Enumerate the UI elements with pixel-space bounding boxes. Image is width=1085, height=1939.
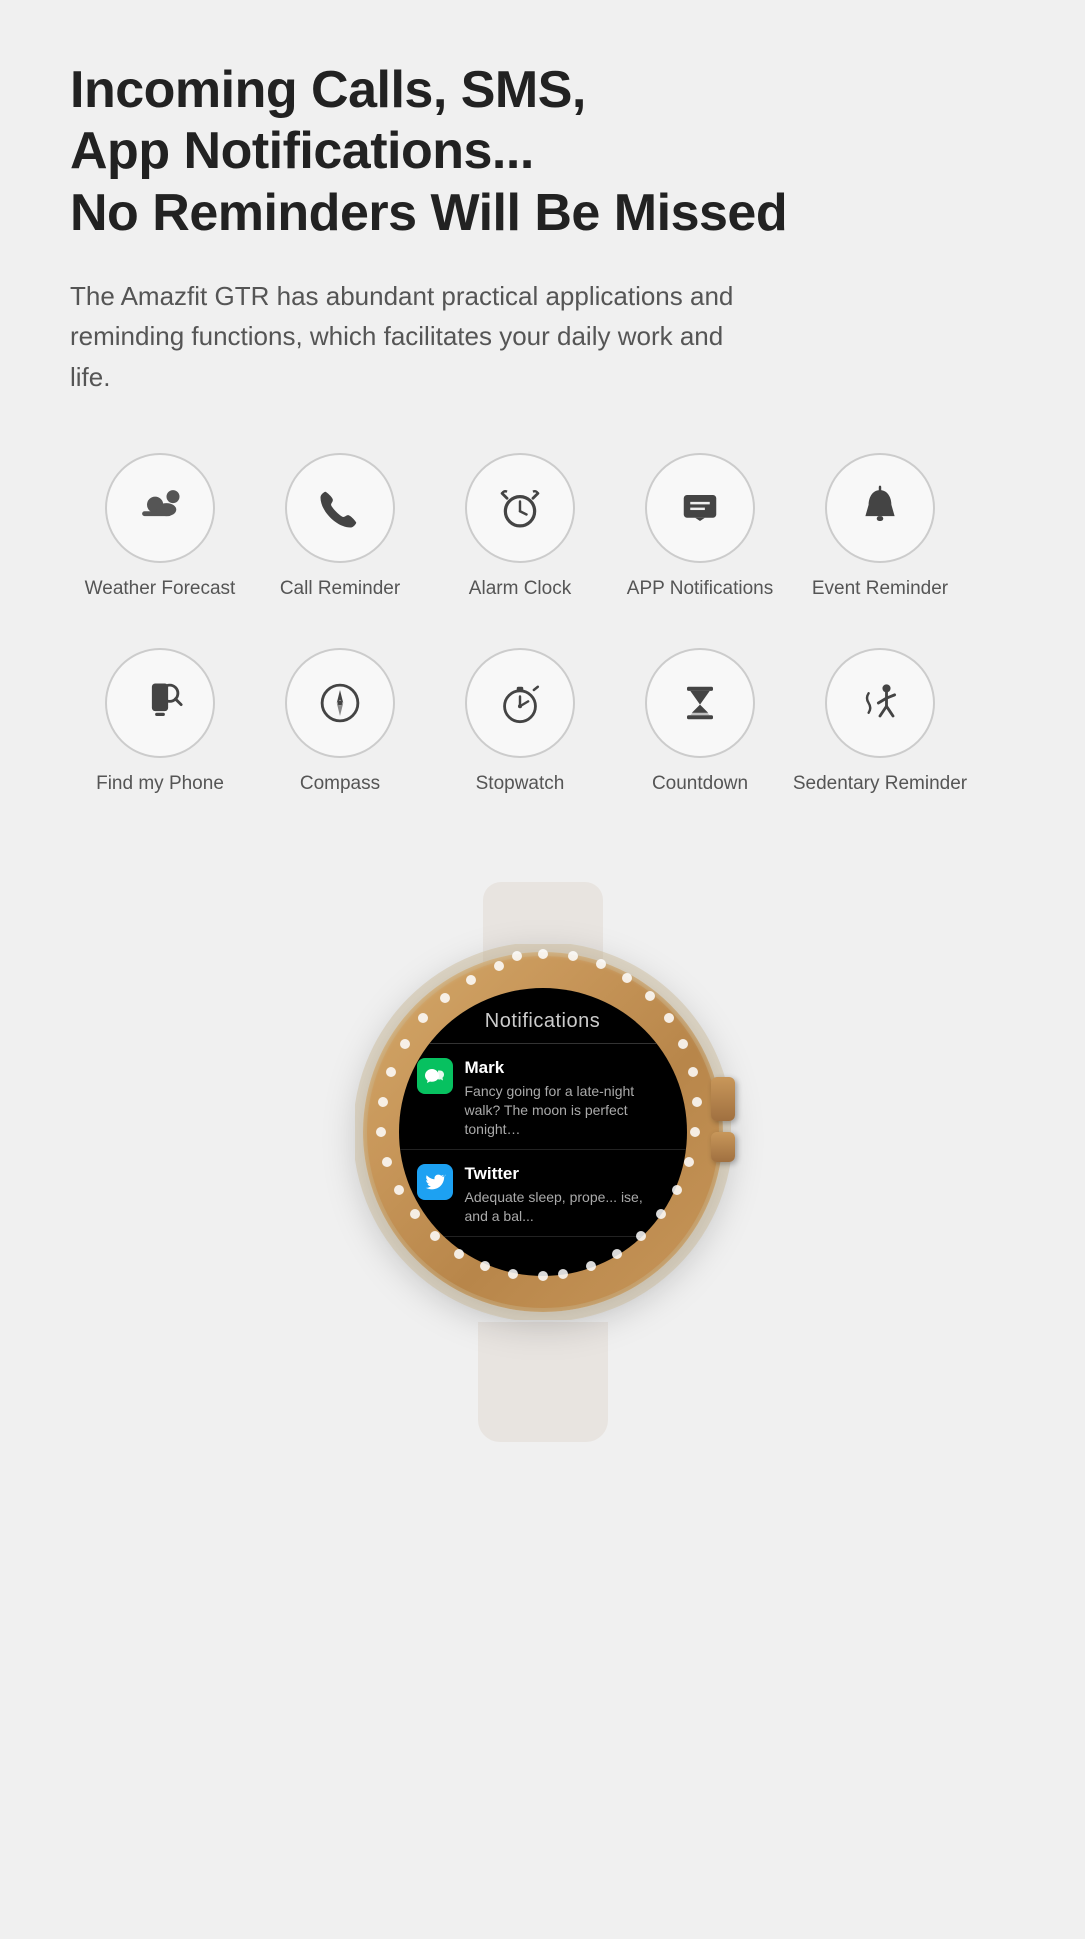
alarm-clock-label: Alarm Clock bbox=[469, 577, 571, 602]
watch-crown-lower bbox=[711, 1132, 735, 1162]
hourglass-icon bbox=[674, 677, 726, 729]
feature-app-notifications: APP Notifications bbox=[610, 453, 790, 602]
headline-line1: Incoming Calls, SMS, bbox=[70, 61, 586, 119]
page: Incoming Calls, SMS, App Notifications..… bbox=[0, 0, 1085, 1522]
notification-icon bbox=[674, 482, 726, 534]
feature-compass: Compass bbox=[250, 648, 430, 797]
event-reminder-label: Event Reminder bbox=[812, 577, 948, 602]
sedentary-reminder-label: Sedentary Reminder bbox=[793, 772, 967, 797]
compass-icon-circle bbox=[285, 648, 395, 758]
feature-weather-forecast: Weather Forecast bbox=[70, 453, 250, 602]
event-reminder-icon-circle bbox=[825, 453, 935, 563]
bezel-diamonds bbox=[355, 944, 731, 1320]
compass-icon bbox=[314, 677, 366, 729]
compass-label: Compass bbox=[300, 772, 380, 797]
countdown-label: Countdown bbox=[652, 772, 748, 797]
cloud-sun-icon bbox=[134, 482, 186, 534]
watch-crown-upper bbox=[711, 1077, 735, 1121]
stopwatch-icon-circle bbox=[465, 648, 575, 758]
sedentary-reminder-icon-circle bbox=[825, 648, 935, 758]
icon-row-1: Weather Forecast Call Reminder bbox=[70, 453, 1015, 638]
alarm-clock-icon-circle bbox=[465, 453, 575, 563]
headline-line2: App Notifications... bbox=[70, 122, 534, 180]
watch-section: Notifications Mark Fancy going for bbox=[70, 882, 1015, 1442]
call-reminder-label: Call Reminder bbox=[280, 577, 400, 602]
feature-sedentary-reminder: Sedentary Reminder bbox=[790, 648, 970, 797]
feature-find-my-phone: Find my Phone bbox=[70, 648, 250, 797]
headline-line3: No Reminders Will Be Missed bbox=[70, 184, 787, 242]
subtext: The Amazfit GTR has abundant practical a… bbox=[70, 276, 770, 397]
feature-event-reminder: Event Reminder bbox=[790, 453, 970, 602]
stopwatch-icon bbox=[494, 677, 546, 729]
app-notifications-label: APP Notifications bbox=[627, 577, 773, 602]
stopwatch-label: Stopwatch bbox=[476, 772, 565, 797]
weather-forecast-label: Weather Forecast bbox=[85, 577, 236, 602]
find-my-phone-label: Find my Phone bbox=[96, 772, 224, 797]
feature-call-reminder: Call Reminder bbox=[250, 453, 430, 602]
find-phone-icon bbox=[134, 677, 186, 729]
headline: Incoming Calls, SMS, App Notifications..… bbox=[70, 60, 1015, 244]
app-notifications-icon-circle bbox=[645, 453, 755, 563]
countdown-icon-circle bbox=[645, 648, 755, 758]
sedentary-icon bbox=[854, 677, 906, 729]
watch-case: Notifications Mark Fancy going for bbox=[363, 952, 723, 1312]
weather-forecast-icon-circle bbox=[105, 453, 215, 563]
watch-display: Notifications Mark Fancy going for bbox=[333, 882, 753, 1442]
phone-icon bbox=[314, 482, 366, 534]
icon-row-2: Find my Phone Compass bbox=[70, 648, 1015, 833]
alarm-clock-icon bbox=[494, 482, 546, 534]
feature-countdown: Countdown bbox=[610, 648, 790, 797]
feature-alarm-clock: Alarm Clock bbox=[430, 453, 610, 602]
band-bottom bbox=[478, 1322, 608, 1442]
bell-icon bbox=[854, 482, 906, 534]
find-my-phone-icon-circle bbox=[105, 648, 215, 758]
call-reminder-icon-circle bbox=[285, 453, 395, 563]
feature-stopwatch: Stopwatch bbox=[430, 648, 610, 797]
